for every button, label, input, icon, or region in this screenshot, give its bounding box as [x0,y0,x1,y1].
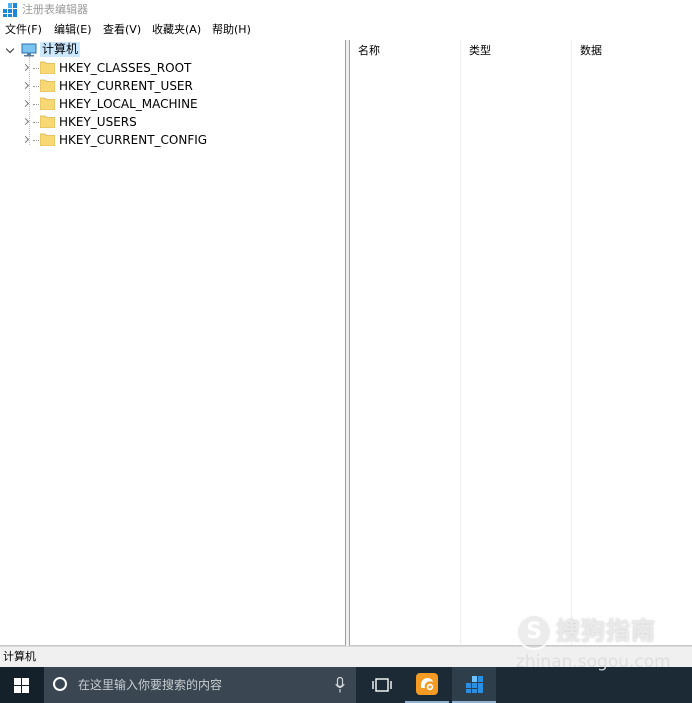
tree-connector [33,140,39,141]
menu-help[interactable]: 帮助(H) [212,23,251,37]
regedit-taskbar-icon [466,676,483,693]
title-bar[interactable]: 注册表编辑器 [0,0,692,20]
column-header-name[interactable]: 名称 [350,40,460,62]
tree-root-computer[interactable]: 计算机 [4,42,204,58]
menu-file[interactable]: 文件(F) [5,23,42,37]
chevron-right-icon[interactable] [21,117,30,126]
taskbar-search-box[interactable]: 在这里输入你要搜索的内容 [44,667,356,703]
tree-root-label[interactable]: 计算机 [40,42,81,57]
tree-item-hkey-users[interactable]: HKEY_USERS [0,113,340,131]
chevron-down-icon[interactable] [5,44,15,54]
column-separator[interactable] [460,40,461,645]
values-list-pane[interactable]: 名称 类型 数据 [349,40,692,646]
tree-item-label[interactable]: HKEY_LOCAL_MACHINE [59,96,198,112]
column-separator[interactable] [571,40,572,645]
folder-icon [40,61,55,74]
folder-icon [40,79,55,92]
menu-edit[interactable]: 编辑(E) [54,23,92,37]
tree-connector [33,122,39,123]
registry-editor-window: 注册表编辑器 文件(F) 编辑(E) 查看(V) 收藏夹(A) 帮助(H) 计算… [0,0,692,703]
tree-item-label[interactable]: HKEY_CLASSES_ROOT [59,60,191,76]
key-tree-pane[interactable]: 计算机 HKEY_CLASSES_ROOT HKEY_CURRENT_USER [0,40,346,646]
chevron-right-icon[interactable] [21,99,30,108]
start-button[interactable] [0,667,44,703]
taskbar-app-registry-editor[interactable] [452,667,496,703]
cortana-icon [53,677,67,691]
windows-logo-icon [14,678,29,693]
chevron-right-icon[interactable] [21,81,30,90]
task-view-icon [372,678,392,692]
column-header-type[interactable]: 类型 [461,40,571,62]
status-bar: 计算机 [0,646,692,667]
taskbar: 在这里输入你要搜索的内容 [0,667,692,703]
tree-item-label[interactable]: HKEY_CURRENT_CONFIG [59,132,207,148]
tree-item-hkey-current-user[interactable]: HKEY_CURRENT_USER [0,77,340,95]
chevron-right-icon[interactable] [21,63,30,72]
task-view-button[interactable] [364,667,400,703]
column-header-data[interactable]: 数据 [572,40,692,62]
tree-connector [33,86,39,87]
tree-item-hkey-local-machine[interactable]: HKEY_LOCAL_MACHINE [0,95,340,113]
menu-view[interactable]: 查看(V) [103,23,141,37]
folder-icon [40,97,55,110]
menu-favorites[interactable]: 收藏夹(A) [152,23,201,37]
uc-browser-icon [416,673,438,695]
tree-item-hkey-classes-root[interactable]: HKEY_CLASSES_ROOT [0,59,340,77]
microphone-icon[interactable] [335,677,345,693]
tree-item-label[interactable]: HKEY_USERS [59,114,137,130]
taskbar-app-uc-browser[interactable] [405,667,449,703]
folder-icon [40,133,55,146]
folder-icon [40,115,55,128]
status-path: 计算机 [3,650,36,663]
tree-item-hkey-current-config[interactable]: HKEY_CURRENT_CONFIG [0,131,340,149]
window-title: 注册表编辑器 [22,3,88,16]
regedit-app-icon [3,3,17,17]
computer-icon [21,43,37,57]
search-placeholder[interactable]: 在这里输入你要搜索的内容 [78,677,222,693]
chevron-right-icon[interactable] [21,135,30,144]
tree-connector [33,68,39,69]
menu-bar: 文件(F) 编辑(E) 查看(V) 收藏夹(A) 帮助(H) [0,21,692,39]
tree-connector [33,104,39,105]
tree-item-label[interactable]: HKEY_CURRENT_USER [59,78,193,94]
